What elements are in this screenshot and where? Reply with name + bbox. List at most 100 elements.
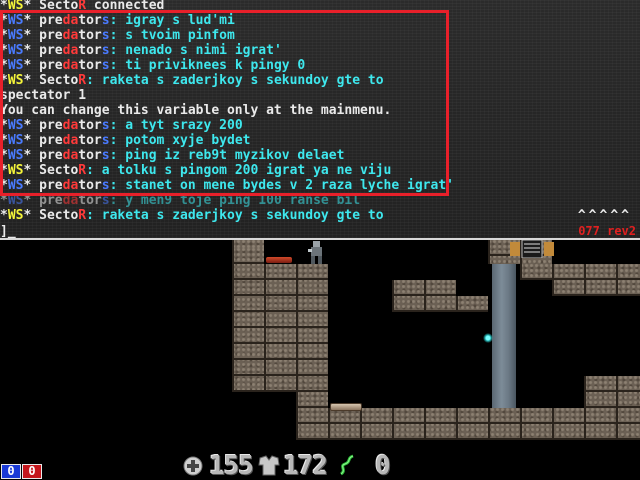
console-text: tor <box>78 193 102 208</box>
console-text: WS <box>7 148 24 163</box>
console-text: * pre <box>23 13 63 28</box>
weapon-icon <box>337 454 357 478</box>
console-text: : stanet on mene bydes v 2 raza lyche ig… <box>109 178 454 193</box>
console-text: WS <box>7 28 24 43</box>
console-text: R <box>78 208 87 223</box>
console-text: * <box>0 58 8 73</box>
red-team-score: 0 <box>22 464 42 479</box>
console-text: da <box>62 133 79 148</box>
console-text: * <box>0 118 8 133</box>
console-text: : potom xyje bydet <box>109 133 251 148</box>
console-line: *WS* predators: stanet on mene bydes v 2… <box>0 178 620 193</box>
console-line: *WS* predators: ti priviknees k pingy 0 <box>0 58 620 73</box>
console-text: * <box>0 28 8 43</box>
hud-stats: 155 172 0 <box>183 451 391 480</box>
console-text: s <box>101 118 110 133</box>
console-text: * pre <box>23 178 63 193</box>
console-text: : a tolku s pingom 200 igrat ya ne viju <box>86 163 392 178</box>
console-text: : raketa s zaderjkoy s sekundoy gte to <box>86 208 384 223</box>
console-line: *WS* SectoR connected <box>0 0 620 13</box>
console-text: WS <box>7 208 24 223</box>
console-text: s <box>101 133 110 148</box>
console-text: da <box>62 193 79 208</box>
console-line: *WS* predators: potom xyje bydet <box>0 133 620 148</box>
console-text: da <box>62 43 79 58</box>
jump-pad <box>330 403 362 411</box>
console-text: tor <box>78 118 102 133</box>
console-text: tor <box>78 13 102 28</box>
console-text: da <box>62 28 79 43</box>
console-text: * <box>0 148 8 163</box>
console-text: R <box>78 73 87 88</box>
console-line: *WS* SectoR: raketa s zaderjkoy s sekund… <box>0 73 620 88</box>
console-text: da <box>62 58 79 73</box>
console-text: WS <box>7 0 24 13</box>
game-screen: *WS* SectoR connected *WS* predators: igr… <box>0 0 640 480</box>
rocket-launcher-pickup <box>266 257 292 263</box>
console-text: s <box>101 43 110 58</box>
console-line: spectator 1 <box>0 88 620 103</box>
console-text: WS <box>7 73 24 88</box>
brick-stack-right <box>584 376 640 408</box>
console-text: : ping iz reb9t myzikov delaet <box>109 148 345 163</box>
console-text: tor <box>78 28 102 43</box>
console-text: * pre <box>23 28 63 43</box>
console-text: * Secto <box>23 163 79 178</box>
console-text: WS <box>7 43 24 58</box>
console-line: *WS* predators: nenado s nimi igrat' <box>0 43 620 58</box>
console-line: *WS* predators: a tyt srazy 200 <box>0 118 620 133</box>
console-text: : a tyt srazy 200 <box>109 118 243 133</box>
console-text: * <box>0 13 8 28</box>
console-text: WS <box>7 58 24 73</box>
console-text: tor <box>78 58 102 73</box>
brick-platform-middle <box>392 280 456 312</box>
console-text: s <box>101 178 110 193</box>
brick-block-upper-left <box>264 264 328 392</box>
console-text: * <box>0 43 8 58</box>
console-text: * Secto <box>23 208 79 223</box>
console-text: tor <box>78 43 102 58</box>
brick-floor <box>296 408 640 440</box>
console-text: : s tvoim pinfom <box>109 28 235 43</box>
console-text: R <box>78 163 87 178</box>
console-line: *WS* SectoR: a tolku s pingom 200 igrat … <box>0 163 620 178</box>
armor-value: 172 <box>282 451 328 480</box>
console-text: da <box>62 148 79 163</box>
console-text: WS <box>7 118 24 133</box>
console-text: s <box>101 148 110 163</box>
console-text: * <box>0 163 8 178</box>
console-text: * pre <box>23 58 63 73</box>
console-text: : nenado s nimi igrat' <box>109 43 282 58</box>
brick-ledge-far-right <box>552 280 640 296</box>
console-text: * <box>0 73 8 88</box>
console-text: WS <box>7 193 24 208</box>
console: *WS* SectoR connected *WS* predators: igr… <box>0 0 640 240</box>
teleport-marker <box>483 333 493 343</box>
version-label: 077 rev2 <box>578 224 636 238</box>
ammo-value: 0 <box>374 451 391 480</box>
brick-wall-left <box>232 248 264 392</box>
blue-team-score: 0 <box>1 464 21 479</box>
console-text: * pre <box>23 133 63 148</box>
console-text: da <box>62 118 79 133</box>
console-text: tor <box>78 148 102 163</box>
console-text: spectator 1 <box>0 88 87 103</box>
metal-pillar <box>492 264 516 408</box>
health-value: 155 <box>209 451 254 480</box>
console-text: s <box>101 28 110 43</box>
console-text: You can change this variable only at the… <box>0 103 392 118</box>
console-text: WS <box>7 13 24 28</box>
console-text: * Secto <box>23 0 79 13</box>
console-text: s <box>101 13 110 28</box>
console-text: : y men9 toje ping 100 ranse bil <box>109 193 361 208</box>
player-character <box>304 240 328 264</box>
console-text: * <box>0 193 8 208</box>
console-text: * pre <box>23 148 63 163</box>
brick-platform-middle-ext <box>456 296 488 312</box>
console-text: * <box>0 133 8 148</box>
console-text: WS <box>7 178 24 193</box>
console-input[interactable]: ]_ <box>0 224 16 238</box>
console-line: *WS* predators: y men9 toje ping 100 ran… <box>0 193 620 208</box>
console-text: s <box>101 58 110 73</box>
console-text: * Secto <box>23 73 79 88</box>
